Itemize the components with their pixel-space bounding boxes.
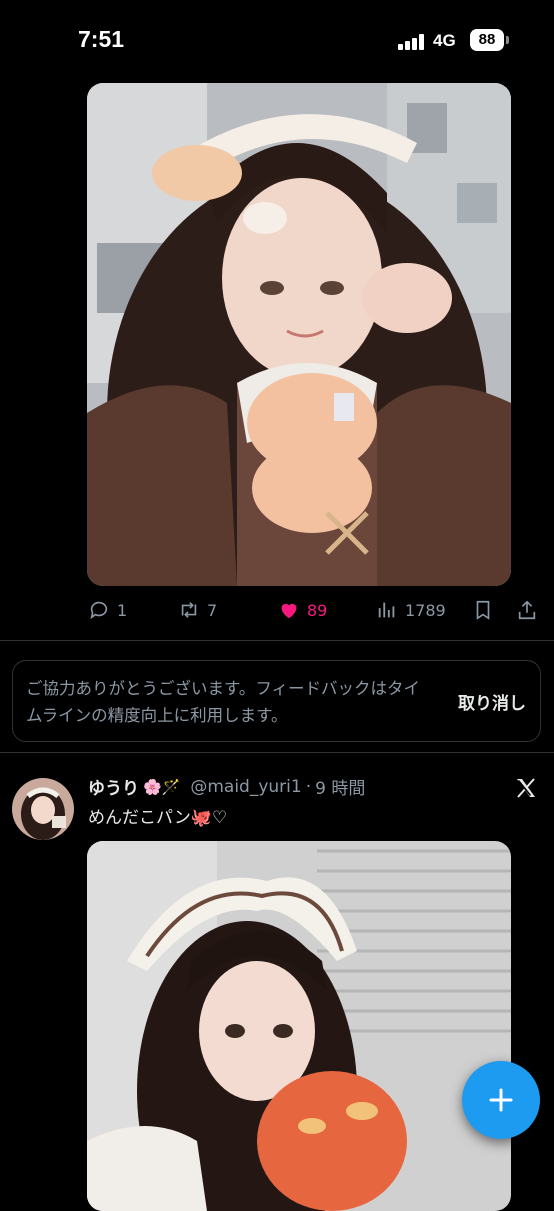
tweet-photo[interactable] [87,83,511,586]
like-count: 89 [307,600,328,620]
views-button[interactable]: 1789 [376,598,446,622]
compose-button[interactable] [462,1061,540,1139]
bookmark-icon [476,600,490,620]
like-button[interactable]: 89 [278,598,327,622]
share-icon [518,600,536,620]
tweet-header: ゆうり 🌸🪄 @maid_yuri1 · 9 時間 [88,774,365,800]
views-icon [378,602,395,618]
avatar-image [12,778,74,840]
plus-icon [489,1088,513,1112]
share-button[interactable] [516,598,538,622]
divider [0,752,554,753]
feedback-message: ご協力ありがとうございます。フィードバックはタイムラインの精度向上に利用します。 [26,679,421,725]
separator-dot: · [305,776,312,797]
views-count: 1789 [405,600,446,620]
reply-count: 1 [117,600,128,620]
undo-button[interactable]: 取り消し [458,689,526,714]
author-name[interactable]: ゆうり [88,774,139,799]
x-logo-icon[interactable] [514,776,538,800]
status-bar: 7:51 4G 88 [0,0,554,82]
bookmark-button[interactable] [472,598,494,622]
tweet-time[interactable]: 9 時間 [315,774,365,799]
network-type: 4G [433,31,456,50]
retweet-count: 7 [207,600,218,620]
battery-tip [506,36,509,44]
retweet-icon [181,602,197,618]
author-emoji: 🌸🪄 [143,777,181,796]
signal-icon [398,34,426,50]
avatar[interactable] [12,778,74,840]
status-time: 7:51 [78,26,125,52]
feedback-notice: ご協力ありがとうございます。フィードバックはタイムラインの精度向上に利用します。… [12,660,541,742]
tweet-text: めんだこパン🐙♡ [88,808,228,828]
tweet-photo[interactable] [87,841,511,1211]
battery-indicator: 88 [470,29,504,51]
photo-illustration [87,83,511,586]
photo-illustration [87,841,511,1211]
author-handle[interactable]: @maid_yuri1 [190,777,301,797]
retweet-button[interactable]: 7 [178,598,217,622]
divider [0,640,554,641]
tweet-actions: 1 7 89 1789 [0,590,554,630]
reply-button[interactable]: 1 [88,598,127,622]
reply-icon [90,601,108,620]
heart-icon [281,603,297,619]
